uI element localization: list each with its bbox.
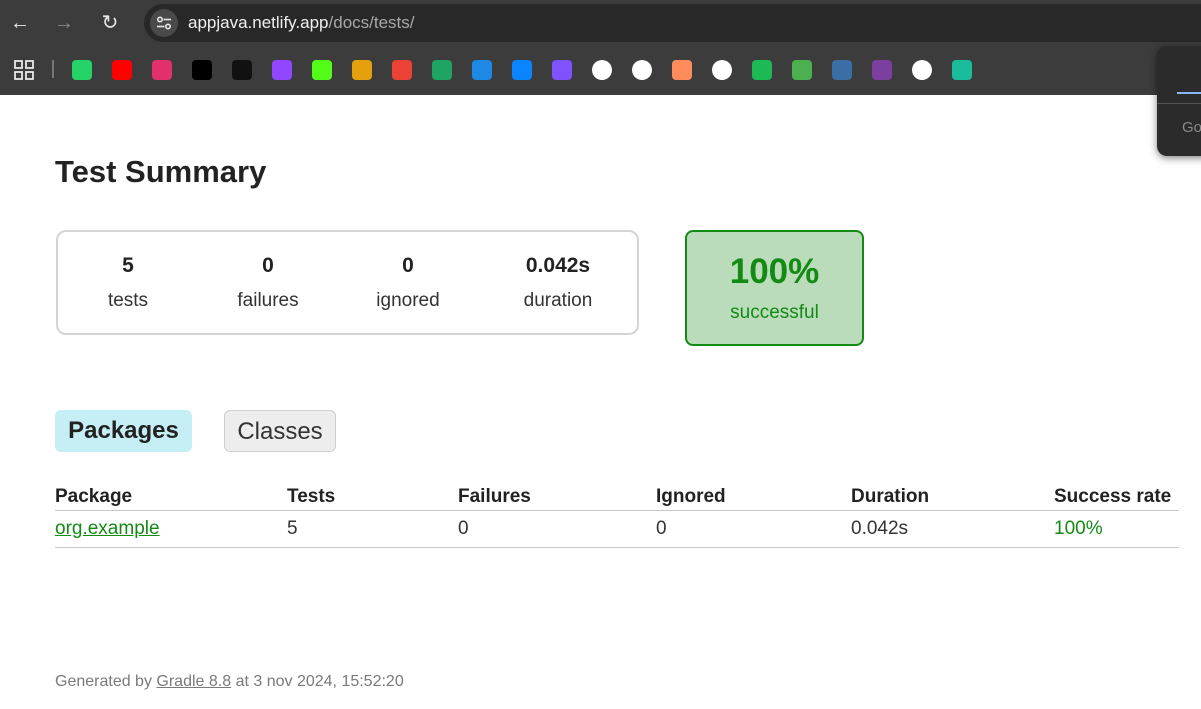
package-link[interactable]: org.example xyxy=(55,518,160,539)
tiktok-icon[interactable] xyxy=(232,60,252,80)
counter-tests: 5 tests xyxy=(58,254,198,312)
copilot-icon[interactable] xyxy=(672,60,692,80)
google-drive-icon[interactable] xyxy=(432,60,452,80)
github-icon[interactable] xyxy=(592,60,612,80)
success-rate-label: successful xyxy=(730,302,819,323)
table-header-row: Package Tests Failures Ignored Duration … xyxy=(55,484,1179,511)
column-header-success-rate: Success rate xyxy=(1054,484,1179,511)
kick-icon[interactable] xyxy=(312,60,332,80)
counter-value: 0 xyxy=(402,254,414,277)
popup-divider xyxy=(1157,103,1201,104)
cell-package: org.example xyxy=(55,510,287,548)
plex-icon[interactable] xyxy=(352,60,372,80)
counter-value: 0 xyxy=(262,254,274,277)
wattpad-w-icon[interactable] xyxy=(752,60,772,80)
cell-tests: 5 xyxy=(287,510,458,548)
reload-icon[interactable]: ↻ xyxy=(95,8,125,38)
counter-duration: 0.042s duration xyxy=(488,254,628,312)
popup-accent-line xyxy=(1177,92,1201,94)
bookmarks-bar xyxy=(0,48,1201,93)
column-header-tests: Tests xyxy=(287,484,458,511)
twitch-icon[interactable] xyxy=(272,60,292,80)
mail-icon[interactable] xyxy=(512,60,532,80)
bookmarks-separator xyxy=(52,60,54,78)
gradle-link[interactable]: Gradle 8.8 xyxy=(156,673,231,690)
youtube-icon[interactable] xyxy=(112,60,132,80)
gmail-icon[interactable] xyxy=(392,60,412,80)
site-info-icon[interactable] xyxy=(150,9,178,37)
summary-box: 5 tests 0 failures 0 ignored 0.042s dura… xyxy=(56,230,639,335)
popup-text: Go xyxy=(1182,119,1201,136)
leaf-icon[interactable] xyxy=(792,60,812,80)
diamond-icon[interactable] xyxy=(952,60,972,80)
counter-failures: 0 failures xyxy=(198,254,338,312)
page-title: Test Summary xyxy=(55,154,267,189)
browser-chrome: ← → ↻ appjava.netlify.app/docs/tests/ Go xyxy=(0,0,1201,156)
counter-value: 5 xyxy=(122,254,134,277)
footer-prefix: Generated by xyxy=(55,673,152,690)
kotlin-icon[interactable] xyxy=(552,60,572,80)
tab-classes[interactable]: Classes xyxy=(224,410,336,452)
footer: Generated by Gradle 8.8 at 3 nov 2024, 1… xyxy=(55,673,404,691)
counter-label: ignored xyxy=(376,290,440,311)
w-circle-icon[interactable] xyxy=(872,60,892,80)
cell-ignored: 0 xyxy=(656,510,851,548)
forward-arrow-icon[interactable]: → xyxy=(49,8,79,38)
tab-packages[interactable]: Packages xyxy=(55,410,192,452)
counter-label: tests xyxy=(107,290,149,311)
url-path: /docs/tests/ xyxy=(328,13,415,32)
url-host: appjava.netlify.app xyxy=(188,13,329,32)
instagram-icon[interactable] xyxy=(152,60,172,80)
browser-toolbar: ← → ↻ appjava.netlify.app/docs/tests/ xyxy=(0,0,1201,46)
check-circle-icon[interactable] xyxy=(712,60,732,80)
success-rate-value: 100% xyxy=(729,252,820,291)
classroom-icon[interactable] xyxy=(472,60,492,80)
cell-failures: 0 xyxy=(458,510,656,548)
chatgpt-icon[interactable] xyxy=(632,60,652,80)
apps-grid-icon[interactable] xyxy=(14,60,34,80)
cell-duration: 0.042s xyxy=(851,510,1054,548)
counter-label: failures xyxy=(237,290,299,311)
column-header-package: Package xyxy=(55,484,287,511)
success-rate-box: 100% successful xyxy=(685,230,864,346)
whatsapp-icon[interactable] xyxy=(72,60,92,80)
back-arrow-icon[interactable]: ← xyxy=(5,8,35,38)
counter-ignored: 0 ignored xyxy=(338,254,478,312)
column-header-duration: Duration xyxy=(851,484,1054,511)
column-header-failures: Failures xyxy=(458,484,656,511)
counter-label: duration xyxy=(523,290,593,311)
footer-suffix: at 3 nov 2024, 15:52:20 xyxy=(235,673,404,690)
x-icon[interactable] xyxy=(192,60,212,80)
column-header-ignored: Ignored xyxy=(656,484,851,511)
table-row: org.example 5 0 0 0.042s 100% xyxy=(55,510,1179,548)
github-icon-2[interactable] xyxy=(912,60,932,80)
cell-success-rate: 100% xyxy=(1054,510,1179,548)
url-text[interactable]: appjava.netlify.app/docs/tests/ xyxy=(188,13,415,33)
blue-circle-icon[interactable] xyxy=(832,60,852,80)
counter-value: 0.042s xyxy=(525,254,591,277)
profile-popup: Go xyxy=(1157,46,1201,156)
packages-table: Package Tests Failures Ignored Duration … xyxy=(55,484,1179,548)
